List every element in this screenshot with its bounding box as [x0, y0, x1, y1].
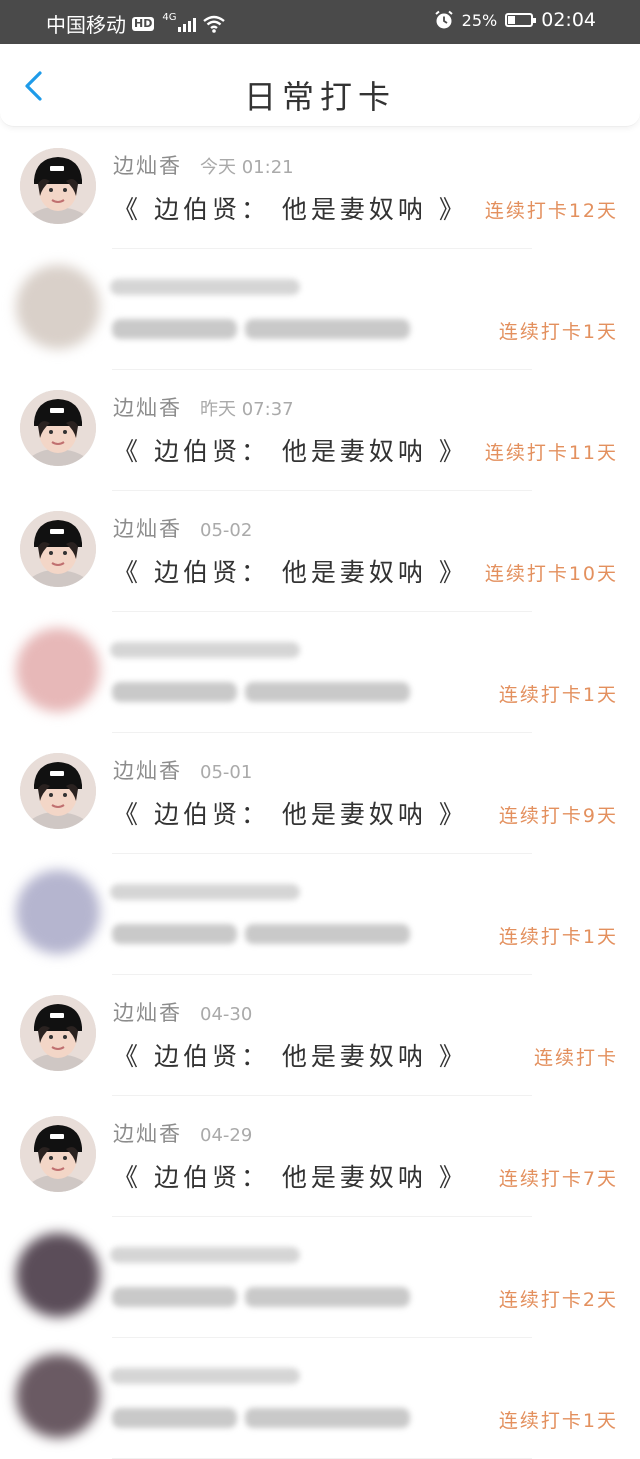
blurred-content — [112, 924, 237, 944]
blurred-avatar — [16, 628, 100, 712]
clock-time: 02:04 — [541, 9, 596, 31]
feed-item[interactable]: 连续打卡1天 — [0, 1338, 640, 1459]
page-title: 日常打卡 — [243, 78, 396, 116]
wifi-icon — [203, 15, 226, 33]
carrier-name: 中国移动 — [46, 13, 126, 37]
hd-badge: HD — [132, 16, 155, 31]
post-meta: 边灿香 05-01 — [113, 755, 252, 785]
post-time: 04-29 — [200, 1125, 253, 1146]
streak-label: 连续打卡11天 — [484, 442, 618, 464]
avatar[interactable] — [20, 995, 96, 1071]
battery-percent: 25% — [461, 10, 498, 30]
post-meta: 边灿香 05-02 — [113, 513, 252, 543]
checkin-content[interactable]: 《 边伯贤： 他是妻奴呐 》 — [113, 795, 468, 831]
post-time: 昨天 07:37 — [200, 399, 294, 420]
username[interactable]: 边灿香 — [113, 513, 182, 543]
status-right: 25% 02:04 — [434, 9, 596, 31]
blurred-content — [245, 1287, 410, 1307]
username[interactable]: 边灿香 — [113, 392, 182, 422]
streak-label: 连续打卡1天 — [498, 1410, 618, 1432]
blurred-content — [112, 1408, 237, 1428]
feed-item[interactable]: 边灿香 05-02 《 边伯贤： 他是妻奴呐 》 连续打卡10天 — [0, 491, 640, 612]
feed-item[interactable]: 连续打卡1天 — [0, 612, 640, 733]
avatar[interactable] — [20, 753, 96, 829]
blurred-meta — [110, 1368, 300, 1384]
post-time: 05-01 — [200, 762, 253, 783]
feed-item[interactable]: 边灿香 04-30 《 边伯贤： 他是妻奴呐 》 连续打卡 — [0, 975, 640, 1096]
streak-label: 连续打卡10天 — [484, 563, 618, 585]
username[interactable]: 边灿香 — [113, 755, 182, 785]
nav-bar: 日常打卡 — [0, 44, 640, 127]
streak-label: 连续打卡9天 — [498, 805, 618, 827]
alarm-clock-icon — [435, 10, 453, 29]
feed-item[interactable]: 边灿香 昨天 07:37 《 边伯贤： 他是妻奴呐 》 连续打卡11天 — [0, 370, 640, 491]
streak-label: 连续打卡1天 — [498, 926, 618, 948]
network-type: 4G — [162, 12, 177, 23]
checkin-content[interactable]: 《 边伯贤： 他是妻奴呐 》 — [113, 432, 468, 468]
blurred-content — [112, 682, 237, 702]
blurred-avatar — [16, 1233, 100, 1317]
blurred-meta — [110, 1247, 300, 1263]
checkin-content[interactable]: 《 边伯贤： 他是妻奴呐 》 — [113, 1158, 468, 1194]
streak-label: 连续打卡1天 — [498, 684, 618, 706]
username[interactable]: 边灿香 — [113, 1118, 182, 1148]
checkin-feed[interactable]: 边灿香 今天 01:21 《 边伯贤： 他是妻奴呐 》 连续打卡12天 连续打卡… — [0, 128, 640, 1459]
blurred-content — [245, 682, 410, 702]
checkin-content[interactable]: 《 边伯贤： 他是妻奴呐 》 — [113, 1037, 468, 1073]
blurred-meta — [110, 279, 300, 295]
username[interactable]: 边灿香 — [113, 150, 182, 180]
avatar[interactable] — [20, 1116, 96, 1192]
battery-icon — [505, 13, 537, 27]
avatar[interactable] — [20, 511, 96, 587]
avatar[interactable] — [20, 148, 96, 224]
blurred-meta — [110, 642, 300, 658]
blurred-meta — [110, 884, 300, 900]
feed-item[interactable]: 连续打卡2天 — [0, 1217, 640, 1338]
streak-label: 连续打卡12天 — [484, 200, 618, 222]
blurred-content — [112, 319, 237, 339]
feed-item[interactable]: 边灿香 今天 01:21 《 边伯贤： 他是妻奴呐 》 连续打卡12天 — [0, 128, 640, 249]
avatar[interactable] — [20, 390, 96, 466]
post-time: 今天 01:21 — [200, 157, 294, 178]
post-meta: 边灿香 04-30 — [113, 997, 252, 1027]
feed-item[interactable]: 连续打卡1天 — [0, 854, 640, 975]
post-meta: 边灿香 昨天 07:37 — [113, 392, 294, 422]
blurred-avatar — [16, 870, 100, 954]
post-time: 04-30 — [200, 1004, 253, 1025]
blurred-content — [245, 924, 410, 944]
post-meta: 边灿香 04-29 — [113, 1118, 252, 1148]
checkin-content[interactable]: 《 边伯贤： 他是妻奴呐 》 — [113, 553, 468, 589]
streak-label: 连续打卡7天 — [498, 1168, 618, 1190]
blurred-content — [245, 319, 410, 339]
streak-label: 连续打卡2天 — [498, 1289, 618, 1311]
blurred-content — [245, 1408, 410, 1428]
blurred-content — [112, 1287, 237, 1307]
feed-item[interactable]: 连续打卡1天 — [0, 249, 640, 370]
status-bar: 中国移动 HD 4G 25% 02:04 — [0, 0, 640, 44]
feed-item[interactable]: 边灿香 04-29 《 边伯贤： 他是妻奴呐 》 连续打卡7天 — [0, 1096, 640, 1217]
checkin-content[interactable]: 《 边伯贤： 他是妻奴呐 》 — [113, 190, 468, 226]
status-left: 中国移动 HD 4G — [46, 9, 226, 38]
feed-item[interactable]: 边灿香 05-01 《 边伯贤： 他是妻奴呐 》 连续打卡9天 — [0, 733, 640, 854]
post-time: 05-02 — [200, 520, 253, 541]
username[interactable]: 边灿香 — [113, 997, 182, 1027]
streak-label: 连续打卡 — [533, 1047, 618, 1069]
post-meta: 边灿香 今天 01:21 — [113, 150, 294, 180]
signal-icon — [178, 16, 197, 32]
blurred-avatar — [16, 1354, 100, 1438]
streak-label: 连续打卡1天 — [498, 321, 618, 343]
blurred-avatar — [16, 265, 100, 349]
